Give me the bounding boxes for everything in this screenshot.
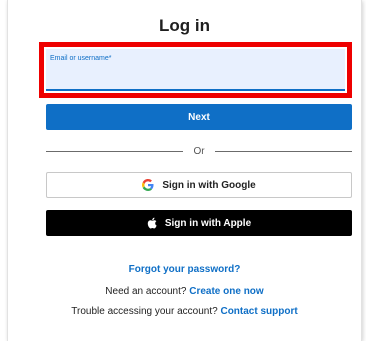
- apple-logo-icon: [147, 217, 157, 229]
- next-button[interactable]: Next: [46, 104, 352, 130]
- apple-button-label: Sign in with Apple: [164, 217, 252, 229]
- contact-support-link[interactable]: Contact support: [220, 306, 297, 317]
- google-button-label: Sign in with Google: [162, 179, 256, 191]
- trouble-text: Trouble accessing your account?: [71, 306, 218, 317]
- apple-signin-button[interactable]: Sign in with Apple: [46, 210, 352, 236]
- divider-line-right: [214, 150, 353, 152]
- email-input[interactable]: [49, 65, 343, 87]
- page-title: Log in: [159, 16, 210, 35]
- google-logo-icon: [142, 179, 154, 191]
- login-card: Log in Email or username* Next Or Sign i…: [7, 0, 362, 341]
- divider-text: Or: [193, 145, 205, 157]
- email-field[interactable]: Email or username*: [46, 49, 345, 91]
- email-field-label: Email or username*: [50, 55, 112, 62]
- forgot-password-row: Forgot your password?: [8, 264, 361, 275]
- create-account-row: Need an account? Create one now: [8, 286, 361, 297]
- google-signin-button[interactable]: Sign in with Google: [46, 172, 352, 198]
- divider-line-left: [46, 150, 184, 152]
- create-account-link[interactable]: Create one now: [189, 286, 263, 297]
- or-divider: Or: [46, 145, 353, 157]
- need-account-text: Need an account?: [105, 286, 187, 297]
- support-row: Trouble accessing your account? Contact …: [8, 306, 361, 317]
- forgot-password-link[interactable]: Forgot your password?: [129, 264, 241, 275]
